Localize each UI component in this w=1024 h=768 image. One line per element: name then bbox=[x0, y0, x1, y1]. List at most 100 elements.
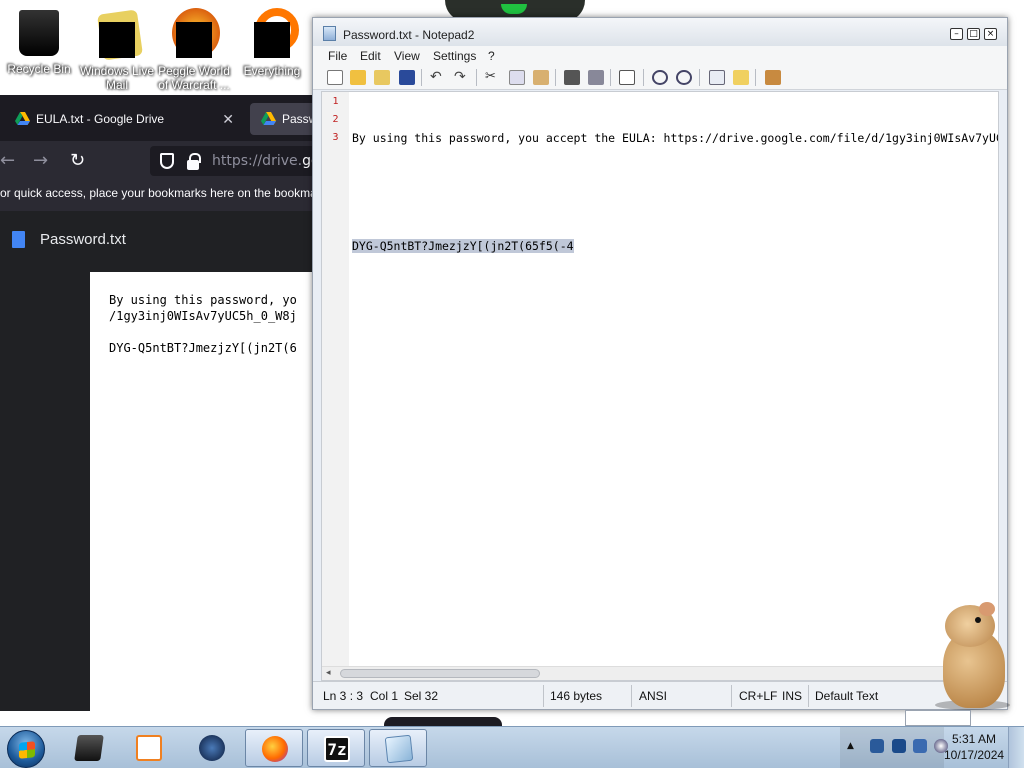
menu-bar: File Edit View Settings ? bbox=[313, 46, 1007, 66]
toolbar-separator bbox=[421, 69, 422, 86]
browser-tab-label: EULA.txt - Google Drive bbox=[36, 112, 165, 126]
line-number: 2 bbox=[332, 114, 339, 125]
status-size: 146 bytes bbox=[550, 689, 603, 703]
new-file-icon[interactable] bbox=[327, 70, 343, 85]
system-clock[interactable]: 5:31 AM 10/17/2024 bbox=[944, 731, 1004, 763]
menu-file[interactable]: File bbox=[328, 49, 347, 63]
windows-logo-icon bbox=[19, 741, 35, 759]
network-icon[interactable] bbox=[892, 739, 906, 753]
undo-icon[interactable]: ↶ bbox=[430, 70, 446, 85]
desktop-icon-everything[interactable]: Everything bbox=[233, 4, 311, 78]
taskbar-app-notepad2[interactable] bbox=[369, 729, 427, 767]
status-divider bbox=[543, 685, 544, 707]
browser-tab-eula[interactable]: EULA.txt - Google Drive ✕ bbox=[4, 103, 242, 135]
status-bar: Ln 3 : 3 Col 1 Sel 32 146 bytes ANSI CR+… bbox=[313, 681, 1007, 709]
show-hidden-icons-icon[interactable]: ▲ bbox=[847, 741, 854, 751]
replace-icon[interactable] bbox=[588, 70, 604, 85]
maximize-button[interactable]: □ bbox=[967, 28, 980, 40]
close-tab-icon[interactable]: ✕ bbox=[222, 111, 234, 128]
word-wrap-icon[interactable] bbox=[619, 70, 635, 85]
start-button[interactable] bbox=[7, 730, 45, 768]
window-title: Password.txt - Notepad2 bbox=[343, 28, 475, 42]
zoom-in-icon[interactable] bbox=[652, 70, 668, 85]
everything-icon bbox=[254, 22, 290, 58]
reload-icon[interactable]: ↻ bbox=[70, 150, 85, 171]
browser-navbar: ← → ↻ https://drive.goo bbox=[0, 141, 340, 181]
taskbar-app-7zip[interactable]: 7z bbox=[307, 729, 365, 767]
scroll-left-icon[interactable]: ◂ bbox=[326, 668, 331, 678]
document-line: /1gy3inj0WIsAv7yUC5h_0_W8j bbox=[109, 309, 297, 323]
tracking-shield-icon[interactable] bbox=[160, 153, 174, 169]
taskbar-app-recycle[interactable] bbox=[60, 729, 118, 767]
clock-date: 10/17/2024 bbox=[944, 748, 1005, 762]
menu-view[interactable]: View bbox=[394, 49, 420, 63]
taskbar-app-media-player[interactable] bbox=[120, 729, 178, 767]
browser-window: EULA.txt - Google Drive ✕ Passw ← → ↻ ht… bbox=[0, 95, 340, 712]
lock-icon[interactable] bbox=[187, 153, 201, 170]
status-encoding[interactable]: ANSI bbox=[639, 689, 667, 703]
copy-icon[interactable] bbox=[509, 70, 525, 85]
forward-arrow-icon[interactable]: → bbox=[33, 150, 48, 171]
status-position: Ln 3 : 3 bbox=[323, 689, 364, 703]
toolbar-separator bbox=[610, 69, 611, 86]
status-selection: Sel 32 bbox=[404, 689, 439, 703]
selected-text: DYG-Q5ntBT?JmezjzY[(jn2T(65f5(-4 bbox=[352, 239, 574, 253]
google-drive-icon bbox=[15, 112, 30, 125]
tray-app-icon[interactable] bbox=[870, 739, 884, 753]
desktop-icon-peggle[interactable]: Peggle World of Warcraft ... bbox=[155, 4, 233, 92]
scheme-icon[interactable] bbox=[709, 70, 725, 85]
line-number-gutter: 1 2 3 bbox=[322, 92, 349, 667]
browser-tab-strip: EULA.txt - Google Drive ✕ Passw bbox=[0, 95, 340, 141]
notepad-app-icon[interactable] bbox=[323, 26, 336, 41]
editor-text[interactable]: By using this password, you accept the E… bbox=[352, 93, 998, 665]
customize-scheme-icon[interactable] bbox=[733, 70, 749, 85]
desktop-icon-windows-live-mail[interactable]: Windows Live Mail bbox=[78, 4, 156, 92]
document-line: DYG-Q5ntBT?JmezjzY[(jn2T(6 bbox=[109, 341, 297, 355]
status-column: Col 1 bbox=[370, 689, 399, 703]
toolbar-separator bbox=[476, 69, 477, 86]
toolbar: ↶ ↷ ✂ bbox=[313, 66, 1007, 90]
window-titlebar[interactable]: Password.txt - Notepad2 – □ × bbox=[313, 18, 1007, 46]
back-arrow-icon[interactable]: ← bbox=[0, 150, 15, 171]
hamster-desktop-pet[interactable] bbox=[935, 600, 1010, 710]
toolbar-separator bbox=[555, 69, 556, 86]
menu-edit[interactable]: Edit bbox=[360, 49, 381, 63]
status-line-endings[interactable]: CR+LF bbox=[739, 689, 777, 703]
browse-icon[interactable] bbox=[374, 70, 390, 85]
document-icon bbox=[12, 231, 25, 248]
7zip-icon: 7z bbox=[324, 736, 350, 762]
exit-icon[interactable] bbox=[765, 70, 781, 85]
desktop-icon-recycle-bin[interactable]: Recycle Bin bbox=[0, 4, 78, 76]
show-desktop-button[interactable] bbox=[1008, 727, 1024, 768]
drive-preview-header: Password.txt bbox=[0, 211, 330, 271]
firefox-icon bbox=[262, 736, 288, 762]
recycle-bin-icon bbox=[19, 10, 59, 56]
hamster-eye bbox=[975, 617, 981, 623]
minimize-button[interactable]: – bbox=[950, 28, 963, 40]
document-line: By using this password, yo bbox=[109, 293, 297, 307]
hamster-ear bbox=[979, 602, 995, 616]
display-icon[interactable] bbox=[913, 739, 927, 753]
taskbar-app-firefox[interactable] bbox=[245, 729, 303, 767]
open-folder-icon[interactable] bbox=[350, 70, 366, 85]
taskbar: 7z ▲ 5:31 AM 10/17/2024 bbox=[0, 726, 1024, 768]
horizontal-scrollbar[interactable]: ◂ bbox=[322, 666, 998, 680]
close-button[interactable]: × bbox=[984, 28, 997, 40]
text-editor[interactable]: 1 2 3 By using this password, you accept… bbox=[321, 91, 999, 681]
redo-icon[interactable]: ↷ bbox=[454, 70, 470, 85]
status-divider bbox=[631, 685, 632, 707]
menu-help[interactable]: ? bbox=[488, 49, 495, 63]
cut-icon[interactable]: ✂ bbox=[485, 70, 501, 85]
paste-icon[interactable] bbox=[533, 70, 549, 85]
zoom-out-icon[interactable] bbox=[676, 70, 692, 85]
status-scheme[interactable]: Default Text bbox=[815, 689, 878, 703]
taskbar-app-globe[interactable] bbox=[183, 729, 241, 767]
scrollbar-thumb[interactable] bbox=[340, 669, 540, 678]
menu-settings[interactable]: Settings bbox=[433, 49, 476, 63]
save-icon[interactable] bbox=[399, 70, 415, 85]
find-icon[interactable] bbox=[564, 70, 580, 85]
url-prefix: https://drive. bbox=[212, 153, 303, 169]
app-icon bbox=[74, 735, 104, 761]
